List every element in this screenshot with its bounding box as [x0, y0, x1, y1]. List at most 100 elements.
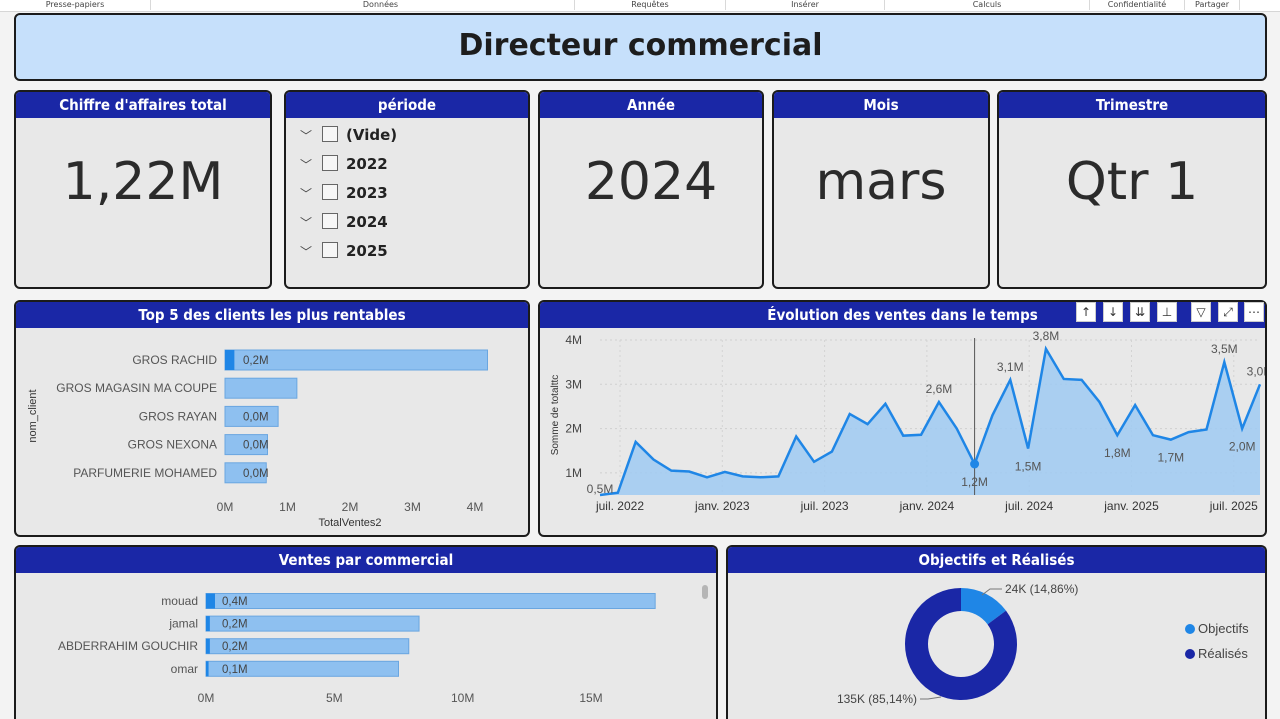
- category-label: omar: [171, 662, 198, 676]
- checkbox[interactable]: [322, 155, 338, 171]
- drill-icon[interactable]: ⊥: [1157, 302, 1177, 322]
- data-label: 1,5M: [1015, 460, 1042, 474]
- data-label: 0,4M: [222, 596, 248, 608]
- legend-marker: [1185, 649, 1195, 659]
- more-options-icon[interactable]: ⋯: [1244, 302, 1264, 322]
- data-label: 0,2M: [222, 619, 248, 631]
- slicer-item-label: 2023: [346, 184, 388, 202]
- checkbox[interactable]: [322, 213, 338, 229]
- kpi-month-title: Mois: [774, 92, 988, 118]
- period-slicer[interactable]: période ﹀ (Vide) ﹀ 2022 ﹀ 2023 ﹀ 2024 ﹀ 2025: [284, 90, 530, 289]
- data-label: 0,2M: [243, 355, 269, 367]
- kpi-year-title: Année: [540, 92, 762, 118]
- slicer-item-2025[interactable]: ﹀ 2025: [300, 242, 388, 264]
- ribbon-group-insert[interactable]: Insérer: [726, 0, 885, 10]
- category-label: ABDERRAHIM GOUCHIR: [58, 639, 198, 653]
- kpi-year-value: 2024: [584, 152, 718, 212]
- top-clients-chart-card[interactable]: Top 5 des clients les plus rentables GRO…: [14, 300, 530, 537]
- x-tick-label: juil. 2024: [1004, 499, 1053, 513]
- bar-highlight: [206, 638, 210, 654]
- x-tick-label: janv. 2024: [899, 499, 955, 513]
- ribbon-group-queries[interactable]: Requêtes: [575, 0, 726, 10]
- bar-highlight: [206, 593, 215, 609]
- kpi-card-month[interactable]: Mois mars: [772, 90, 990, 289]
- arrow-down-icon[interactable]: ↓: [1103, 302, 1123, 322]
- sales-evolution-chart[interactable]: 1M 2M 3M 4M juil. 2022 janv. 2023 juil. 2023 ja…: [540, 330, 1265, 537]
- data-label: 24K (14,86%): [1005, 582, 1078, 596]
- bar-highlight: [225, 350, 235, 370]
- chevron-down-icon[interactable]: ﹀: [300, 243, 318, 260]
- data-label: 1,7M: [1157, 451, 1184, 465]
- x-tick-label: 15M: [579, 691, 602, 705]
- top-clients-chart[interactable]: GROS RACHID 0,2M GROS MAGASIN MA COUPE GROS…: [16, 330, 528, 537]
- kpi-card-quarter[interactable]: Trimestre Qtr 1: [997, 90, 1267, 289]
- kpi-revenue-value: 1,22M: [62, 152, 224, 212]
- kpi-card-revenue[interactable]: Chiffre d'affaires total 1,22M: [14, 90, 272, 289]
- kpi-quarter-title: Trimestre: [999, 92, 1265, 118]
- slicer-item-2022[interactable]: ﹀ 2022: [300, 155, 388, 177]
- double-arrow-down-icon[interactable]: ⇊: [1130, 302, 1150, 322]
- arrow-up-icon[interactable]: ↑: [1076, 302, 1096, 322]
- x-tick-label: 0M: [217, 500, 234, 514]
- ribbon-group-clipboard[interactable]: Presse-papiers: [0, 0, 151, 10]
- slicer-item-2023[interactable]: ﹀ 2023: [300, 184, 388, 206]
- x-tick-label: juil. 2023: [800, 499, 849, 513]
- kpi-card-year[interactable]: Année 2024: [538, 90, 764, 289]
- slicer-item-label: 2025: [346, 242, 388, 260]
- top-clients-chart-title: Top 5 des clients les plus rentables: [16, 302, 528, 328]
- x-tick-label: janv. 2023: [694, 499, 750, 513]
- leader-line: [920, 696, 942, 700]
- slicer-item-2024[interactable]: ﹀ 2024: [300, 213, 388, 235]
- area-fill: [600, 348, 1260, 495]
- data-label: 2,6M: [926, 382, 953, 396]
- data-label: 1,2M: [961, 475, 988, 489]
- sales-by-rep-chart-card[interactable]: Ventes par commercial mouad 0,4M jamal 0,2M…: [14, 545, 718, 719]
- slicer-item-vide[interactable]: ﹀ (Vide): [300, 126, 397, 148]
- kpi-revenue-title: Chiffre d'affaires total: [16, 92, 270, 118]
- y-axis-title: nom_client: [27, 389, 39, 442]
- category-label: GROS RAYAN: [139, 409, 217, 423]
- scrollbar[interactable]: [702, 585, 708, 599]
- x-tick-label: 4M: [467, 500, 484, 514]
- chevron-down-icon[interactable]: ﹀: [300, 185, 318, 202]
- checkbox[interactable]: [322, 184, 338, 200]
- x-tick-label: 0M: [198, 691, 215, 705]
- y-tick-label: 2M: [565, 422, 582, 436]
- focus-mode-icon[interactable]: ⤢: [1218, 302, 1238, 322]
- bar-highlight: [206, 661, 209, 677]
- category-label: GROS NEXONA: [128, 438, 217, 452]
- y-tick-label: 4M: [565, 333, 582, 347]
- sales-evolution-chart-card[interactable]: Évolution des ventes dans le temps 1M 2M 3…: [538, 300, 1267, 537]
- objectives-chart-title: Objectifs et Réalisés: [728, 547, 1265, 573]
- ribbon-group-data[interactable]: Données: [187, 0, 575, 10]
- data-point: [970, 459, 980, 469]
- chevron-down-icon[interactable]: ﹀: [300, 127, 318, 144]
- data-label: 0,2M: [222, 641, 248, 653]
- data-label: 3,0M: [1247, 364, 1265, 378]
- category-label: PARFUMERIE MOHAMED: [73, 466, 217, 480]
- objectives-donut-chart[interactable]: 24K (14,86%) 135K (85,14%) Objectifs Réalis…: [728, 575, 1265, 719]
- data-label: 1,8M: [1104, 446, 1131, 460]
- ribbon-group-calculations[interactable]: Calculs: [885, 0, 1090, 10]
- x-tick-label: 5M: [326, 691, 343, 705]
- ribbon-group-privacy[interactable]: Confidentialité: [1090, 0, 1185, 10]
- checkbox[interactable]: [322, 126, 338, 142]
- data-label: 2,0M: [1229, 440, 1256, 454]
- chevron-down-icon[interactable]: ﹀: [300, 214, 318, 231]
- slicer-item-label: (Vide): [346, 126, 398, 144]
- filter-icon[interactable]: ▽: [1191, 302, 1211, 322]
- category-label: GROS MAGASIN MA COUPE: [56, 381, 217, 395]
- chevron-down-icon[interactable]: ﹀: [300, 156, 318, 173]
- bar: [224, 377, 298, 399]
- bar: [205, 593, 656, 609]
- checkbox[interactable]: [322, 242, 338, 258]
- slicer-item-label: 2022: [346, 155, 388, 173]
- kpi-quarter-value: Qtr 1: [1065, 152, 1199, 212]
- x-tick-label: 10M: [451, 691, 474, 705]
- data-label: 3,5M: [1211, 342, 1238, 356]
- sales-by-rep-chart[interactable]: mouad 0,4M jamal 0,2M ABDERRAHIM GOUCHIR 0,2M…: [16, 575, 716, 719]
- ribbon-group-share[interactable]: Partager: [1185, 0, 1240, 10]
- period-slicer-title: période: [286, 92, 528, 118]
- objectives-chart-card[interactable]: Objectifs et Réalisés 24K (14,86%) 135K (…: [726, 545, 1267, 719]
- page-title: Directeur commercial: [14, 13, 1267, 81]
